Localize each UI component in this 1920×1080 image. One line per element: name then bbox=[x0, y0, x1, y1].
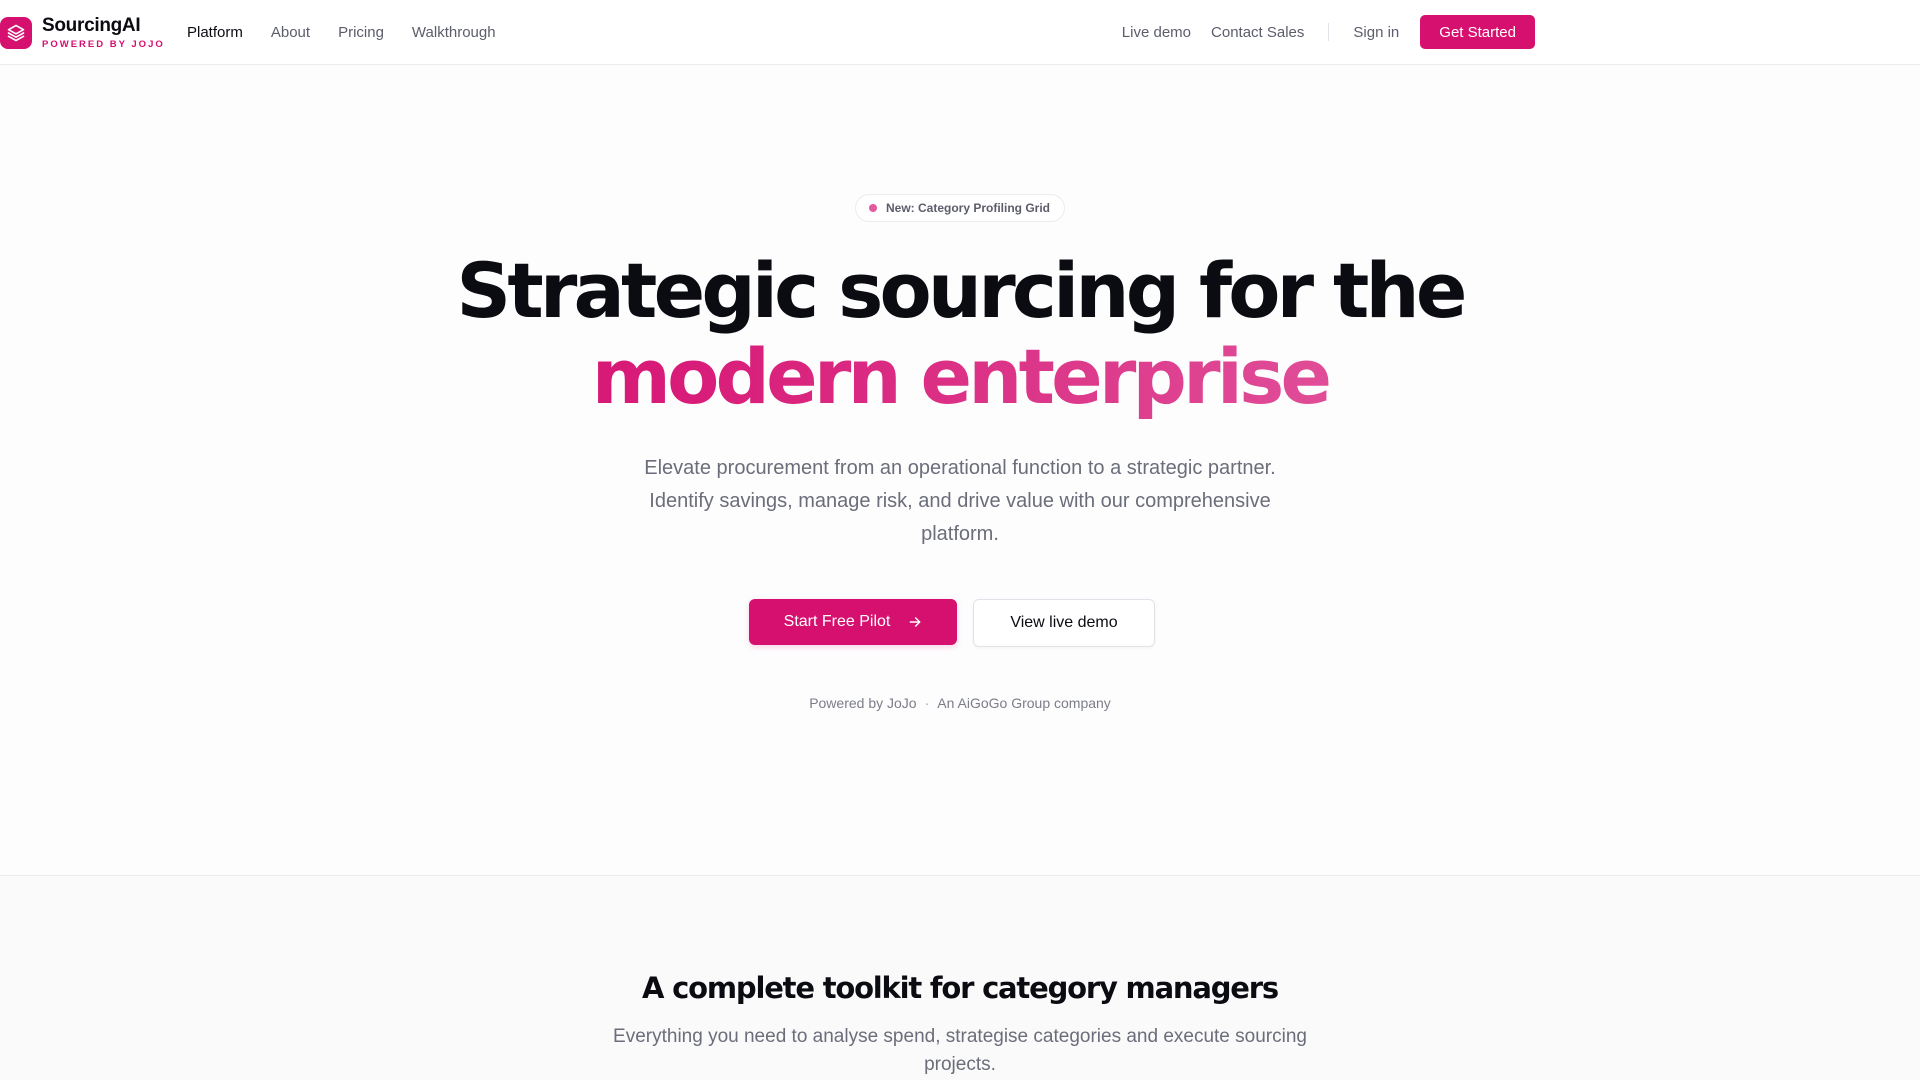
nav-divider bbox=[1328, 23, 1330, 41]
layers-icon bbox=[0, 17, 32, 49]
brand-name: SourcingAI bbox=[42, 15, 141, 36]
nav-link-pricing[interactable]: Pricing bbox=[338, 24, 384, 41]
hero-section: New: Category Profiling Grid Strategic s… bbox=[0, 65, 1920, 875]
nav-link-contact-sales[interactable]: Contact Sales bbox=[1211, 24, 1304, 41]
announcement-badge[interactable]: New: Category Profiling Grid bbox=[854, 194, 1066, 222]
start-free-pilot-label: Start Free Pilot bbox=[783, 613, 891, 630]
toolkit-title: A complete toolkit for category managers bbox=[642, 971, 1279, 1005]
company-text: An AiGoGo Group company bbox=[937, 695, 1111, 711]
primary-nav: Platform About Pricing Walkthrough bbox=[187, 0, 496, 64]
sign-in-link[interactable]: Sign in bbox=[1353, 24, 1399, 41]
view-live-demo-button[interactable]: View live demo bbox=[973, 599, 1155, 647]
hero-cta-row: Start Free Pilot View live demo bbox=[0, 599, 1920, 647]
powered-by-line: Powered by JoJo · An AiGoGo Group company bbox=[0, 695, 1920, 711]
status-dot-icon bbox=[868, 204, 877, 212]
start-free-pilot-button[interactable]: Start Free Pilot bbox=[749, 599, 957, 645]
top-navbar: SourcingAI POWERED BY JOJO Platform Abou… bbox=[0, 0, 1920, 65]
headline-line-1: Strategic sourcing for the bbox=[456, 246, 1467, 335]
nav-link-about[interactable]: About bbox=[271, 24, 310, 41]
badge-text: New: Category Profiling Grid bbox=[885, 201, 1051, 215]
powered-by-text: Powered by JoJo bbox=[809, 695, 917, 711]
nav-link-live-demo[interactable]: Live demo bbox=[1122, 24, 1191, 41]
get-started-button[interactable]: Get Started bbox=[1420, 15, 1535, 49]
arrow-right-icon bbox=[909, 617, 921, 627]
brand[interactable]: SourcingAI POWERED BY JOJO bbox=[0, 16, 165, 50]
headline-line-2: modern enterprise bbox=[0, 334, 1920, 420]
hero-headline: Strategic sourcing for the modern enterp… bbox=[0, 248, 1920, 420]
brand-tagline: POWERED BY JOJO bbox=[42, 39, 165, 50]
nav-link-platform[interactable]: Platform bbox=[187, 24, 243, 41]
separator-dot: · bbox=[924, 695, 930, 711]
toolkit-subtitle: Everything you need to analyse spend, st… bbox=[613, 1026, 1307, 1075]
nav-link-walkthrough[interactable]: Walkthrough bbox=[412, 24, 496, 41]
hero-subtitle: Elevate procurement from an operational … bbox=[644, 457, 1276, 545]
nav-actions: Live demo Contact Sales Sign in Get Star… bbox=[1122, 0, 1535, 64]
toolkit-section: A complete toolkit for category managers… bbox=[0, 875, 1920, 1080]
